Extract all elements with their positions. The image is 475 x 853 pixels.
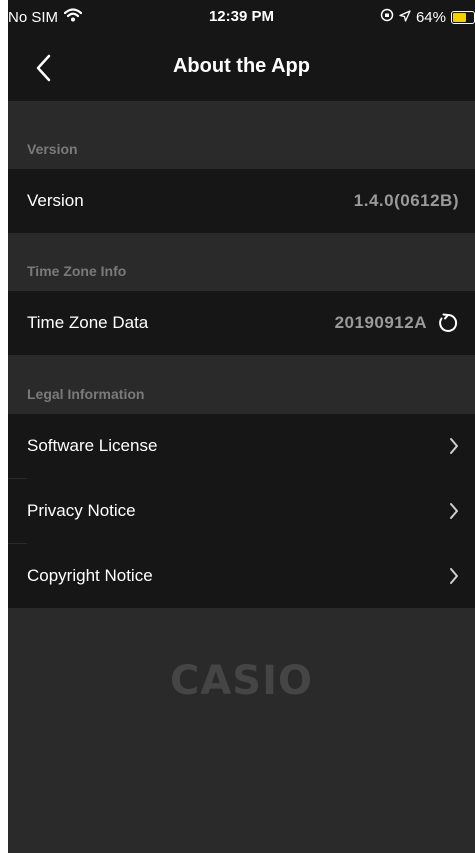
section-header-label: Version	[27, 141, 78, 157]
timezone-data-value: 20190912A	[334, 313, 427, 332]
battery-percent: 64%	[415, 8, 446, 26]
rotation-lock-icon	[380, 8, 394, 26]
timezone-row: Time Zone Data 20190912A	[8, 291, 475, 355]
location-icon	[399, 9, 411, 26]
status-right: 64%	[380, 8, 475, 26]
row-label: Copyright Notice	[27, 566, 153, 585]
chevron-right-icon	[450, 568, 458, 584]
section-header-legal: Legal Information	[8, 355, 475, 414]
chevron-right-icon	[450, 503, 458, 519]
app-screen: No SIM 12:39 PM 64% About the App Versio…	[8, 0, 475, 853]
list-item-privacy-notice[interactable]: Privacy Notice	[8, 479, 475, 543]
chevron-right-icon	[450, 438, 458, 454]
status-bar: No SIM 12:39 PM 64%	[8, 0, 475, 35]
row-label: Software License	[27, 436, 158, 455]
section-header-label: Legal Information	[27, 386, 145, 402]
section-header-version: Version	[8, 101, 475, 169]
section-header-timezone: Time Zone Info	[8, 233, 475, 291]
page-title: About the App	[172, 55, 310, 77]
list-item-software-license[interactable]: Software License	[8, 414, 475, 478]
row-label: Version	[27, 191, 84, 210]
nav-bar: About the App	[8, 35, 475, 101]
list-item-copyright-notice[interactable]: Copyright Notice	[8, 544, 475, 608]
refresh-icon[interactable]	[437, 312, 459, 334]
row-label: Time Zone Data	[27, 313, 149, 332]
battery-fill	[453, 12, 466, 22]
version-value: 1.4.0(0612B)	[353, 191, 459, 210]
timezone-value-group: 20190912A	[335, 312, 459, 334]
casio-logo: CASIO	[169, 658, 313, 704]
row-label: Privacy Notice	[27, 501, 136, 520]
battery-icon	[451, 10, 475, 24]
version-row: Version 1.4.0(0612B)	[8, 169, 475, 233]
section-header-label: Time Zone Info	[27, 263, 127, 279]
